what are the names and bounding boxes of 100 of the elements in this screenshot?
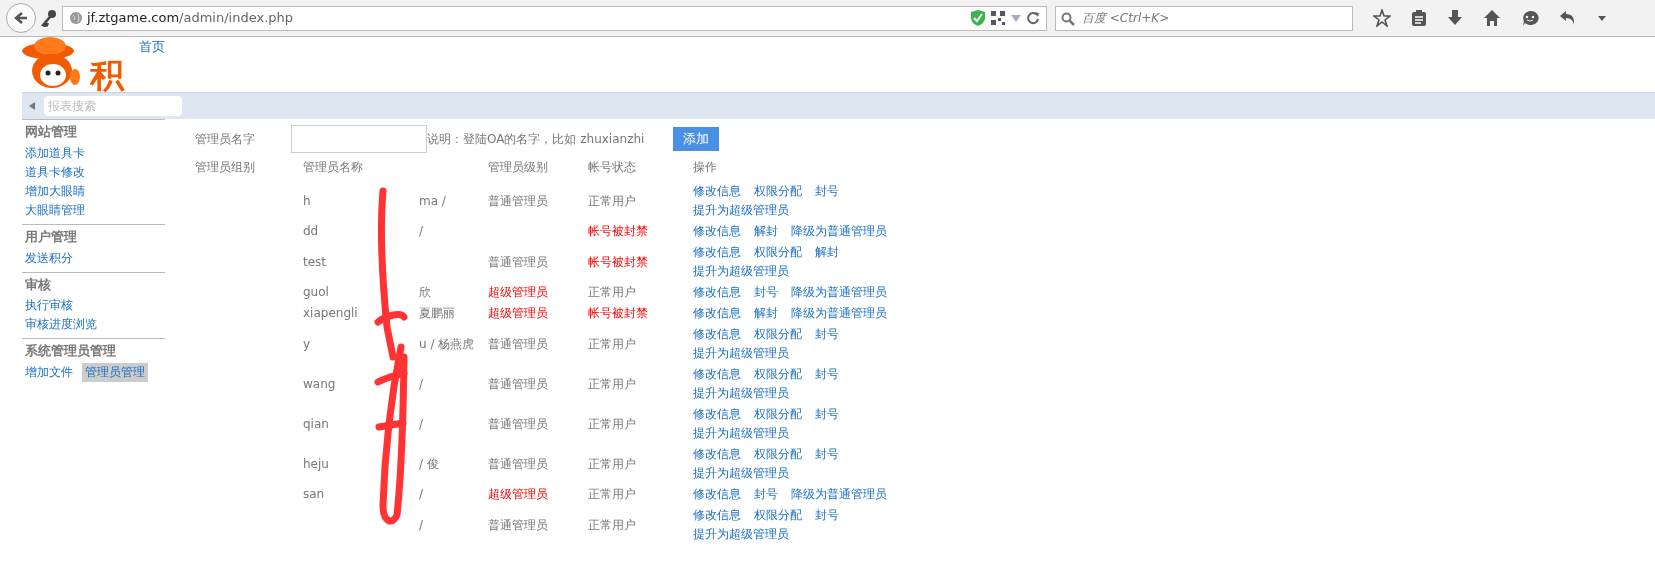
table-cell: ma / <box>419 193 446 208</box>
table-cell: 普通管理员 <box>488 416 548 431</box>
action-link[interactable]: 解封 <box>814 245 839 259</box>
action-link[interactable]: 修改信息 <box>693 245 741 259</box>
action-link[interactable]: 修改信息 <box>693 447 741 461</box>
action-link[interactable]: 修改信息 <box>693 285 741 299</box>
column-header: 管理员名称 <box>303 160 363 174</box>
caret-icon[interactable] <box>1597 14 1607 22</box>
sidebar-link[interactable]: 道具卡修改 <box>22 162 88 182</box>
action-link[interactable]: 提升为超级管理员 <box>693 527 789 541</box>
action-link[interactable]: 降级为普通管理员 <box>790 306 887 320</box>
table-cell: wang <box>303 376 336 391</box>
table-cell: 超级管理员 <box>488 487 548 501</box>
action-link[interactable]: 封号 <box>814 407 839 421</box>
table-cell: u / 杨燕虎 <box>419 336 475 351</box>
table-cell: 普通管理员 <box>488 517 548 532</box>
key-icon <box>40 9 58 27</box>
action-link[interactable]: 封号 <box>753 487 778 501</box>
action-link[interactable]: 降级为普通管理员 <box>790 224 887 238</box>
action-link[interactable]: 降级为普通管理员 <box>790 285 887 299</box>
action-link[interactable]: 提升为超级管理员 <box>693 346 789 360</box>
sidebar-link[interactable]: 审核进度浏览 <box>22 315 100 335</box>
star-icon[interactable] <box>1373 9 1391 27</box>
back-button[interactable] <box>6 3 36 33</box>
search-field[interactable]: 百度 <Ctrl+K> <box>1055 5 1353 31</box>
table-cell: / <box>419 487 424 501</box>
chat-icon[interactable] <box>1521 9 1539 27</box>
action-link[interactable]: 权限分配 <box>753 508 802 522</box>
section-title: 用户管理 <box>24 227 78 246</box>
arrow-icon <box>13 10 29 26</box>
sidebar-link[interactable]: 添加道具卡 <box>22 143 88 163</box>
table-cell: / <box>419 224 424 238</box>
action-link[interactable]: 封号 <box>753 285 778 299</box>
add-button[interactable]: 添加 <box>673 127 719 151</box>
table-cell: h <box>303 193 311 208</box>
table-cell: / <box>419 416 424 431</box>
action-link[interactable]: 权限分配 <box>753 367 802 381</box>
column-header: 操作 <box>693 160 717 174</box>
section-title: 审核 <box>24 275 52 294</box>
action-link[interactable]: 修改信息 <box>693 224 741 238</box>
section-title: 网站管理 <box>24 123 78 141</box>
clipboard-icon[interactable] <box>1411 9 1427 27</box>
table-cell: / <box>419 376 424 391</box>
table-cell: 超级管理员 <box>488 306 548 320</box>
table-cell: 普通管理员 <box>488 376 548 391</box>
download-icon[interactable] <box>1447 9 1463 27</box>
qr-code-icon[interactable] <box>990 10 1006 26</box>
table-cell: 正常用户 <box>588 336 636 351</box>
action-link[interactable]: 权限分配 <box>753 327 802 341</box>
action-link[interactable]: 提升为超级管理员 <box>693 264 789 278</box>
action-link[interactable]: 修改信息 <box>693 306 741 320</box>
sidebar-link[interactable]: 发送积分 <box>22 248 76 268</box>
sidebar-link[interactable]: 增加大眼睛 <box>22 181 88 201</box>
table-cell: 正常用户 <box>588 285 636 299</box>
table-cell: 普通管理员 <box>488 254 548 269</box>
table-cell: 正常用户 <box>588 376 636 391</box>
action-link[interactable]: 修改信息 <box>693 487 741 501</box>
action-link[interactable]: 权限分配 <box>753 407 802 421</box>
action-link[interactable]: 解封 <box>753 224 778 238</box>
action-link[interactable]: 封号 <box>814 327 839 341</box>
table-cell: / 俊 <box>419 456 439 471</box>
action-link[interactable]: 封号 <box>814 367 839 381</box>
table-cell: 普通管理员 <box>488 456 548 471</box>
action-link[interactable]: 修改信息 <box>693 367 741 381</box>
admin-name-field[interactable] <box>291 125 427 153</box>
action-link[interactable]: 提升为超级管理员 <box>693 203 789 217</box>
action-link[interactable]: 降级为普通管理员 <box>790 487 887 501</box>
globe-icon <box>69 11 83 25</box>
action-link[interactable]: 修改信息 <box>693 327 741 341</box>
table-cell: y <box>303 336 311 351</box>
action-link[interactable]: 权限分配 <box>753 245 802 259</box>
sidebar-link[interactable]: 增加文件 <box>22 363 76 382</box>
collapse-icon[interactable] <box>28 101 36 111</box>
report-search-field[interactable]: 报表搜索 <box>44 96 182 116</box>
table-cell: 欣 <box>419 285 431 299</box>
sidebar-link[interactable]: 执行审核 <box>22 296 76 316</box>
action-link[interactable]: 解封 <box>753 306 778 320</box>
reload-icon[interactable] <box>1026 11 1040 25</box>
action-link[interactable]: 修改信息 <box>693 508 741 522</box>
action-link[interactable]: 提升为超级管理员 <box>693 386 789 400</box>
undo-icon[interactable] <box>1559 10 1577 26</box>
action-link[interactable]: 权限分配 <box>753 447 802 461</box>
nav-link[interactable]: 首页 <box>139 39 165 54</box>
action-link[interactable]: 修改信息 <box>693 407 741 421</box>
home-icon[interactable] <box>1483 9 1501 27</box>
address-bar[interactable]: jf.ztgame.com/admin/index.php <box>62 5 1047 31</box>
table-cell: 正常用户 <box>588 517 636 532</box>
action-link[interactable]: 提升为超级管理员 <box>693 426 789 440</box>
action-link[interactable]: 提升为超级管理员 <box>693 466 789 480</box>
column-header: 帐号状态 <box>588 160 636 174</box>
table-cell: 正常用户 <box>588 487 636 501</box>
action-link[interactable]: 封号 <box>814 508 839 522</box>
sidebar-link[interactable]: 管理员管理 <box>82 363 148 382</box>
action-link[interactable]: 修改信息 <box>693 184 741 198</box>
action-link[interactable]: 封号 <box>814 184 839 198</box>
action-link[interactable]: 权限分配 <box>753 184 802 198</box>
field-label: 管理员名字 <box>195 131 256 148</box>
table-cell: 帐号被封禁 <box>588 306 648 320</box>
action-link[interactable]: 封号 <box>814 447 839 461</box>
sidebar-link[interactable]: 大眼睛管理 <box>22 200 88 220</box>
